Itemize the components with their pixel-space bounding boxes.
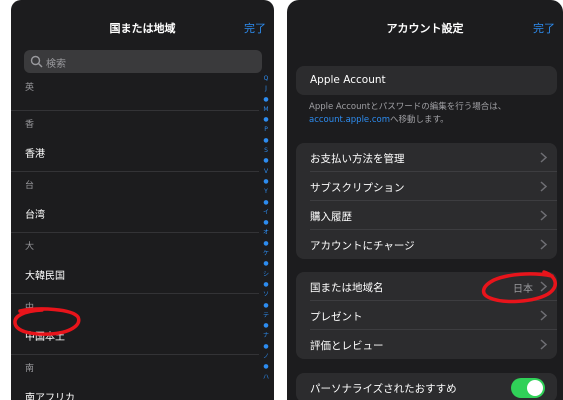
country-row[interactable]: 中国本土 [11,316,259,355]
index-letter[interactable]: ● [261,342,271,352]
section-header: 南 [11,355,259,377]
section-header: 台 [11,172,259,194]
index-letter[interactable]: ● [261,136,271,146]
section-spacer [11,96,259,111]
apple-account-row[interactable]: Apple Account [296,66,557,95]
personalize-toggle[interactable] [511,378,545,398]
account-link[interactable]: account.apple.com [309,115,390,125]
index-letter[interactable]: P [261,125,271,135]
store-group: 国または地域名 日本 プレゼント 評価とレビュー [296,272,557,359]
billing-row[interactable]: アカウントにチャージ [296,230,557,259]
section-index[interactable]: Q J ● M ● P ● S ● V ● Y ● イ ● オ ● ケ ● シ ● ソ ● テ ● ナ ● ノ ● ハ [261,74,271,383]
personalize-label: パーソナライズされたおすすめ [310,383,457,395]
chevron-right-icon [540,310,547,321]
search-input[interactable]: 検索 [24,50,262,73]
index-letter[interactable]: ● [261,115,271,125]
index-letter[interactable]: ● [261,177,271,187]
index-letter[interactable]: ● [261,218,271,228]
picker-title: 国または地域 [109,22,176,35]
index-letter[interactable]: V [261,167,271,177]
index-letter[interactable]: M [261,105,271,115]
region-value: 日本 [513,284,533,295]
gift-label: プレゼント [310,311,363,323]
index-letter[interactable]: ● [261,156,271,166]
billing-group: お支払い方法を管理 サブスクリプション 購入履歴 アカウントにチャージ [296,143,557,259]
index-letter[interactable]: テ [261,311,271,321]
billing-row[interactable]: お支払い方法を管理 [296,143,557,172]
picker-done-button[interactable]: 完了 [244,20,266,36]
index-letter[interactable]: ● [261,198,271,208]
country-row[interactable]: 南アフリカ [11,377,259,400]
chevron-right-icon [540,210,547,221]
country-row[interactable]: 台湾 [11,194,259,233]
index-letter[interactable]: Y [261,187,271,197]
index-letter[interactable]: ● [261,321,271,331]
index-letter[interactable]: シ [261,270,271,280]
index-letter[interactable]: ノ [261,352,271,362]
index-letter[interactable]: イ [261,208,271,218]
section-header: 中 [11,294,259,316]
account-footnote: Apple Accountとパスワードの編集を行う場合は、 account.ap… [309,102,507,125]
index-letter[interactable]: ● [261,239,271,249]
chevron-right-icon [540,239,547,250]
gift-row[interactable]: プレゼント [296,301,557,330]
country-row[interactable]: 香港 [11,133,259,172]
search-icon [30,55,43,68]
country-picker-panel: 国または地域 完了 検索 英香香港台台湾大大韓民国中中国本土南南アフリカ Q J ●… [11,0,274,400]
index-letter[interactable]: Q [261,74,271,84]
toggle-knob [527,380,543,396]
index-letter[interactable]: ハ [261,373,271,383]
index-letter[interactable]: ● [261,301,271,311]
chevron-right-icon [540,181,547,192]
billing-row[interactable]: サブスクリプション [296,172,557,201]
settings-title: アカウント設定 [386,22,464,35]
billing-row[interactable]: 購入履歴 [296,201,557,230]
region-label: 国または地域名 [310,282,384,294]
personalize-group: パーソナライズされたおすすめ [296,373,557,400]
index-letter[interactable]: ソ [261,290,271,300]
index-letter[interactable]: ● [261,259,271,269]
country-list: 英香香港台台湾大大韓民国中中国本土南南アフリカ [11,74,259,400]
chevron-right-icon [540,339,547,350]
index-letter[interactable]: ● [261,95,271,105]
country-row[interactable]: 大韓民国 [11,255,259,294]
index-letter[interactable]: ケ [261,249,271,259]
settings-done-button[interactable]: 完了 [533,20,555,36]
apple-account-label: Apple Account [310,74,386,86]
region-row[interactable]: 国または地域名 日本 [296,272,557,301]
search-placeholder: 検索 [46,59,66,70]
index-letter[interactable]: S [261,146,271,156]
ratings-row[interactable]: 評価とレビュー [296,330,557,359]
index-letter[interactable]: ● [261,362,271,372]
section-header: 大 [11,233,259,255]
index-letter[interactable]: オ [261,228,271,238]
index-letter[interactable]: J [261,84,271,94]
apple-account-group: Apple Account [296,66,557,95]
ratings-label: 評価とレビュー [310,340,384,352]
index-letter[interactable]: ナ [261,331,271,341]
account-settings-panel: アカウント設定 完了 Apple Account Apple Accountとパ… [287,0,563,400]
chevron-right-icon [540,281,547,292]
chevron-right-icon [540,152,547,163]
section-header: 香 [11,111,259,133]
section-header: 英 [11,74,259,96]
index-letter[interactable]: ● [261,280,271,290]
personalize-row: パーソナライズされたおすすめ [296,373,557,400]
